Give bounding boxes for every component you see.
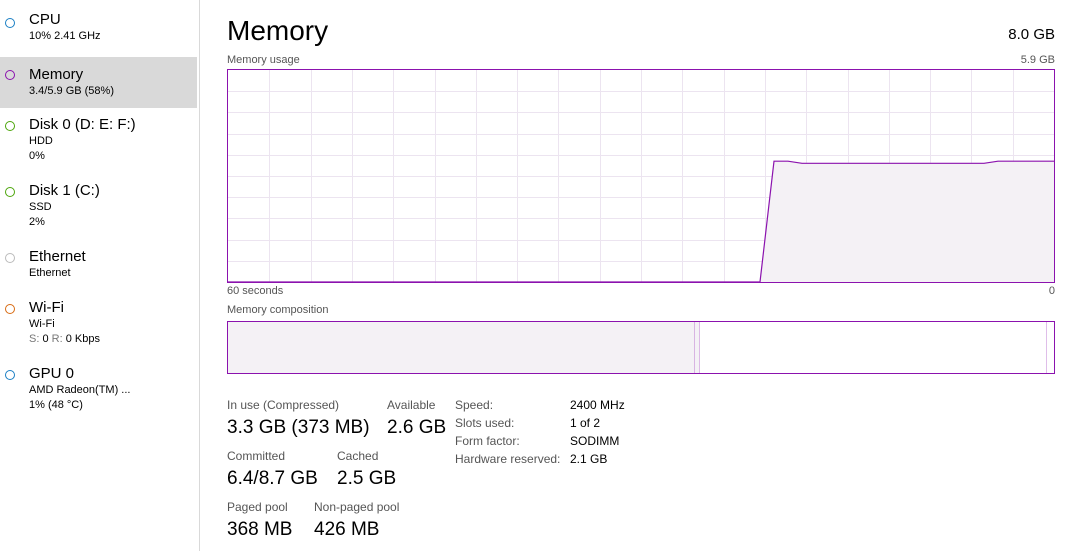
sidebar-item-sub: HDD	[29, 135, 53, 147]
paged-pool-label: Paged pool	[227, 500, 288, 514]
sidebar-item-name: Disk 0 (D: E: F:)	[29, 116, 136, 133]
spec-form-factor-label: Form factor:	[455, 434, 520, 448]
sidebar-item-memory[interactable]: Memory 3.4/5.9 GB (58%)	[0, 57, 197, 108]
sidebar-item-name: Ethernet	[29, 248, 86, 265]
sidebar-item-wifi[interactable]: Wi-Fi Wi-Fi S: 0 R: 0 Kbps	[0, 299, 197, 349]
composition-label: Memory composition	[227, 304, 329, 316]
cached-value: 2.5 GB	[337, 468, 397, 489]
memory-panel: Memory 8.0 GB Memory usage 5.9 GB 60 sec…	[227, 0, 1055, 551]
committed-label: Committed	[227, 449, 286, 463]
cpu-status-icon	[5, 18, 15, 28]
sidebar-item-sub: Ethernet	[29, 267, 71, 279]
sidebar-item-disk1[interactable]: Disk 1 (C:) SSD 2%	[0, 182, 197, 232]
sidebar-item-sub2: 0%	[29, 150, 45, 162]
sidebar-item-sub: SSD	[29, 201, 52, 213]
memory-status-icon	[5, 70, 15, 80]
sidebar-item-name: CPU	[29, 11, 61, 28]
wifi-status-icon	[5, 304, 15, 314]
sidebar-item-ethernet[interactable]: Ethernet Ethernet	[0, 248, 197, 284]
sidebar-item-sub: 10% 2.41 GHz	[29, 30, 101, 42]
memory-composition-bar	[227, 321, 1055, 374]
composition-modified	[694, 322, 700, 373]
paged-pool-value: 368 MB	[227, 519, 293, 540]
usage-graph-label: Memory usage	[227, 54, 300, 66]
sidebar-item-name: Memory	[29, 66, 84, 83]
available-value: 2.6 GB	[387, 417, 447, 438]
memory-usage-graph	[227, 69, 1055, 283]
composition-standby	[699, 322, 1047, 373]
spec-speed-label: Speed:	[455, 398, 494, 412]
sidebar-item-sub: 3.4/5.9 GB (58%)	[29, 85, 114, 97]
nonpaged-pool-label: Non-paged pool	[314, 500, 400, 514]
sidebar-item-disk0[interactable]: Disk 0 (D: E: F:) HDD 0%	[0, 116, 197, 166]
composition-in-use	[228, 322, 695, 373]
send-value: 0	[42, 333, 49, 345]
sidebar-item-name: GPU 0	[29, 365, 75, 382]
sidebar-item-sub2: 1% (48 °C)	[29, 399, 83, 411]
sidebar-item-name: Wi-Fi	[29, 299, 64, 316]
committed-value: 6.4/8.7 GB	[227, 468, 318, 489]
disk0-status-icon	[5, 121, 15, 131]
receive-value: 0 Kbps	[65, 333, 100, 345]
memory-composition-chart	[228, 322, 1054, 373]
page-title: Memory	[227, 15, 329, 46]
sidebar-item-name: Disk 1 (C:)	[29, 182, 100, 199]
in-use-value: 3.3 GB (373 MB)	[227, 417, 370, 438]
usage-graph-max: 5.9 GB	[1020, 54, 1055, 66]
spec-slots-label: Slots used:	[455, 416, 515, 430]
spec-speed-value: 2400 MHz	[570, 398, 625, 412]
ethernet-status-icon	[5, 253, 15, 263]
sidebar-item-gpu0[interactable]: GPU 0 AMD Radeon(TM) ... 1% (48 °C)	[0, 365, 197, 415]
graph-time-start: 60 seconds	[227, 285, 284, 297]
cached-label: Cached	[337, 449, 379, 463]
sidebar: CPU 10% 2.41 GHz Memory 3.4/5.9 GB (58%)…	[0, 0, 200, 551]
sidebar-item-sub: Wi-Fi	[29, 318, 55, 330]
memory-usage-chart	[228, 70, 1054, 282]
receive-label: R:	[51, 333, 63, 345]
sidebar-item-sub2: S: 0 R: 0 Kbps	[29, 332, 197, 347]
send-label: S:	[29, 333, 40, 345]
nonpaged-pool-value: 426 MB	[314, 519, 380, 540]
available-label: Available	[387, 398, 436, 412]
gpu0-status-icon	[5, 370, 15, 380]
spec-form-factor-value: SODIMM	[570, 434, 620, 448]
spec-hw-reserved-value: 2.1 GB	[570, 452, 608, 466]
sidebar-item-sub2: 2%	[29, 216, 45, 228]
in-use-label: In use (Compressed)	[227, 398, 340, 412]
composition-free	[1046, 322, 1054, 373]
spec-slots-value: 1 of 2	[570, 416, 601, 430]
total-memory: 8.0 GB	[1008, 26, 1055, 43]
sidebar-item-cpu[interactable]: CPU 10% 2.41 GHz	[0, 11, 197, 55]
spec-hw-reserved-label: Hardware reserved:	[455, 452, 561, 466]
sidebar-item-sub: AMD Radeon(TM) ...	[29, 384, 131, 396]
disk1-status-icon	[5, 187, 15, 197]
graph-time-end: 0	[1048, 285, 1055, 297]
